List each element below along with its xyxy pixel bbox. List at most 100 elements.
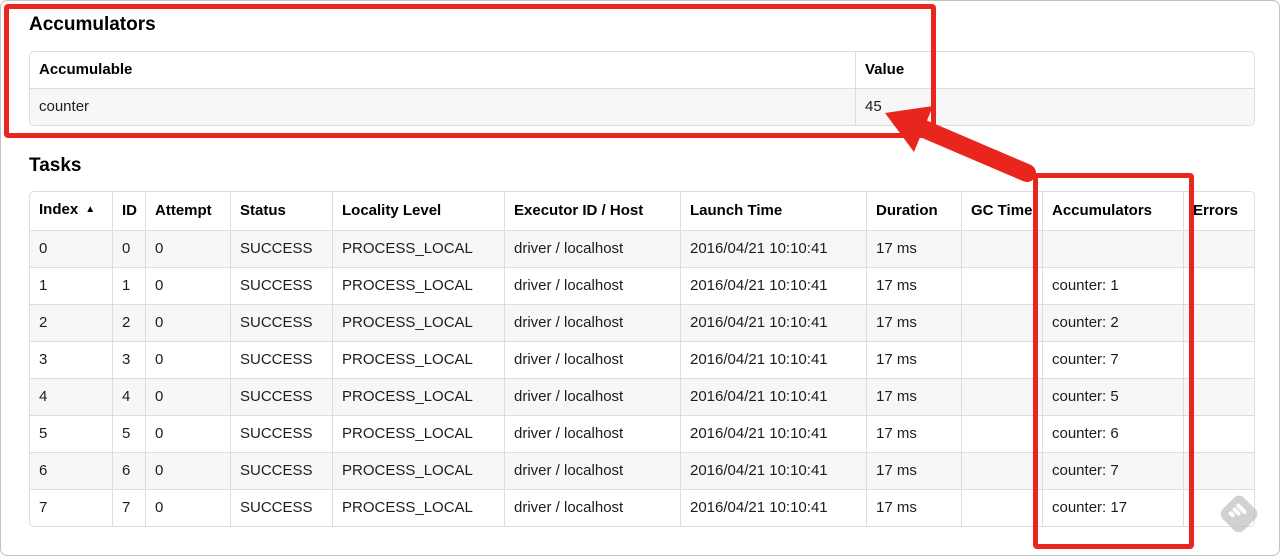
cell-locality-level: PROCESS_LOCAL <box>332 378 504 415</box>
accumulators-header-row: Accumulable Value <box>30 52 1254 88</box>
column-header-gc-time[interactable]: GC Time <box>961 192 1042 230</box>
cell-launch-time: 2016/04/21 10:10:41 <box>680 489 866 526</box>
column-header-locality-level[interactable]: Locality Level <box>332 192 504 230</box>
cell-executor-id-host: driver / localhost <box>504 489 680 526</box>
cell-status: SUCCESS <box>230 378 332 415</box>
cell-status: SUCCESS <box>230 452 332 489</box>
cell-gc-time <box>961 378 1042 415</box>
cell-index: 2 <box>30 304 112 341</box>
accumulators-table: Accumulable Value counter 45 <box>29 51 1255 126</box>
cell-errors <box>1183 378 1254 415</box>
cell-id: 0 <box>112 230 145 267</box>
cell-attempt: 0 <box>145 341 230 378</box>
cell-status: SUCCESS <box>230 415 332 452</box>
cell-index: 1 <box>30 267 112 304</box>
cell-index: 5 <box>30 415 112 452</box>
cell-launch-time: 2016/04/21 10:10:41 <box>680 378 866 415</box>
cell-launch-time: 2016/04/21 10:10:41 <box>680 304 866 341</box>
cell-errors <box>1183 267 1254 304</box>
cell-locality-level: PROCESS_LOCAL <box>332 489 504 526</box>
table-row: 0 0 0 SUCCESS PROCESS_LOCAL driver / localhos… <box>30 230 1254 267</box>
cell-executor-id-host: driver / localhost <box>504 230 680 267</box>
cell-status: SUCCESS <box>230 341 332 378</box>
cell-locality-level: PROCESS_LOCAL <box>332 230 504 267</box>
cell-executor-id-host: driver / localhost <box>504 452 680 489</box>
cell-errors <box>1183 341 1254 378</box>
cell-id: 7 <box>112 489 145 526</box>
cell-index: 7 <box>30 489 112 526</box>
cell-executor-id-host: driver / localhost <box>504 267 680 304</box>
table-row: 3 3 0 SUCCESS PROCESS_LOCAL driver / localhos… <box>30 341 1254 378</box>
cell-duration: 17 ms <box>866 452 961 489</box>
cell-id: 3 <box>112 341 145 378</box>
cell-executor-id-host: driver / localhost <box>504 341 680 378</box>
cell-gc-time <box>961 415 1042 452</box>
cell-gc-time <box>961 267 1042 304</box>
cell-launch-time: 2016/04/21 10:10:41 <box>680 452 866 489</box>
sort-ascending-icon: ▲ <box>85 204 96 215</box>
cell-status: SUCCESS <box>230 230 332 267</box>
cell-index: 3 <box>30 341 112 378</box>
column-header-value[interactable]: Value <box>855 52 1254 88</box>
table-row: 2 2 0 SUCCESS PROCESS_LOCAL driver / localhos… <box>30 304 1254 341</box>
table-row: counter 45 <box>30 88 1254 125</box>
cell-executor-id-host: driver / localhost <box>504 378 680 415</box>
cell-index: 6 <box>30 452 112 489</box>
cell-gc-time <box>961 304 1042 341</box>
cell-attempt: 0 <box>145 267 230 304</box>
cell-accumulators: counter: 5 <box>1042 378 1183 415</box>
tasks-section-title: Tasks <box>29 155 82 176</box>
cell-status: SUCCESS <box>230 489 332 526</box>
cell-launch-time: 2016/04/21 10:10:41 <box>680 267 866 304</box>
cell-errors <box>1183 452 1254 489</box>
cell-errors <box>1183 489 1254 526</box>
cell-locality-level: PROCESS_LOCAL <box>332 304 504 341</box>
cell-id: 6 <box>112 452 145 489</box>
column-header-accumulators[interactable]: Accumulators <box>1042 192 1183 230</box>
tasks-header-row: Index ▲ ID Attempt Status Locality Level Execu… <box>30 192 1254 230</box>
cell-accumulators: counter: 7 <box>1042 341 1183 378</box>
cell-attempt: 0 <box>145 304 230 341</box>
cell-duration: 17 ms <box>866 489 961 526</box>
cell-index: 0 <box>30 230 112 267</box>
cell-index: 4 <box>30 378 112 415</box>
cell-accumulators: counter: 7 <box>1042 452 1183 489</box>
column-header-id[interactable]: ID <box>112 192 145 230</box>
cell-launch-time: 2016/04/21 10:10:41 <box>680 341 866 378</box>
column-header-executor-id-host[interactable]: Executor ID / Host <box>504 192 680 230</box>
cell-attempt: 0 <box>145 230 230 267</box>
cell-duration: 17 ms <box>866 341 961 378</box>
cell-attempt: 0 <box>145 378 230 415</box>
table-row: 5 5 0 SUCCESS PROCESS_LOCAL driver / localhos… <box>30 415 1254 452</box>
cell-accumulators: counter: 17 <box>1042 489 1183 526</box>
cell-duration: 17 ms <box>866 378 961 415</box>
cell-id: 1 <box>112 267 145 304</box>
cell-gc-time <box>961 489 1042 526</box>
column-header-status[interactable]: Status <box>230 192 332 230</box>
column-header-accumulable[interactable]: Accumulable <box>30 52 855 88</box>
cell-attempt: 0 <box>145 452 230 489</box>
cell-errors <box>1183 304 1254 341</box>
column-header-launch-time[interactable]: Launch Time <box>680 192 866 230</box>
cell-gc-time <box>961 230 1042 267</box>
cell-gc-time <box>961 341 1042 378</box>
cell-value: 45 <box>855 88 1254 125</box>
column-header-attempt[interactable]: Attempt <box>145 192 230 230</box>
cell-locality-level: PROCESS_LOCAL <box>332 267 504 304</box>
cell-accumulable: counter <box>30 88 855 125</box>
cell-accumulators: counter: 6 <box>1042 415 1183 452</box>
accumulators-section-title: Accumulators <box>29 14 156 35</box>
cell-accumulators: counter: 1 <box>1042 267 1183 304</box>
cell-id: 5 <box>112 415 145 452</box>
cell-accumulators <box>1042 230 1183 267</box>
table-row: 4 4 0 SUCCESS PROCESS_LOCAL driver / localhos… <box>30 378 1254 415</box>
cell-locality-level: PROCESS_LOCAL <box>332 341 504 378</box>
table-row: 7 7 0 SUCCESS PROCESS_LOCAL driver / localhos… <box>30 489 1254 526</box>
column-header-duration[interactable]: Duration <box>866 192 961 230</box>
cell-duration: 17 ms <box>866 230 961 267</box>
cell-duration: 17 ms <box>866 304 961 341</box>
cell-executor-id-host: driver / localhost <box>504 415 680 452</box>
column-header-index[interactable]: Index ▲ <box>30 192 112 230</box>
cell-locality-level: PROCESS_LOCAL <box>332 452 504 489</box>
column-header-errors[interactable]: Errors <box>1183 192 1254 230</box>
